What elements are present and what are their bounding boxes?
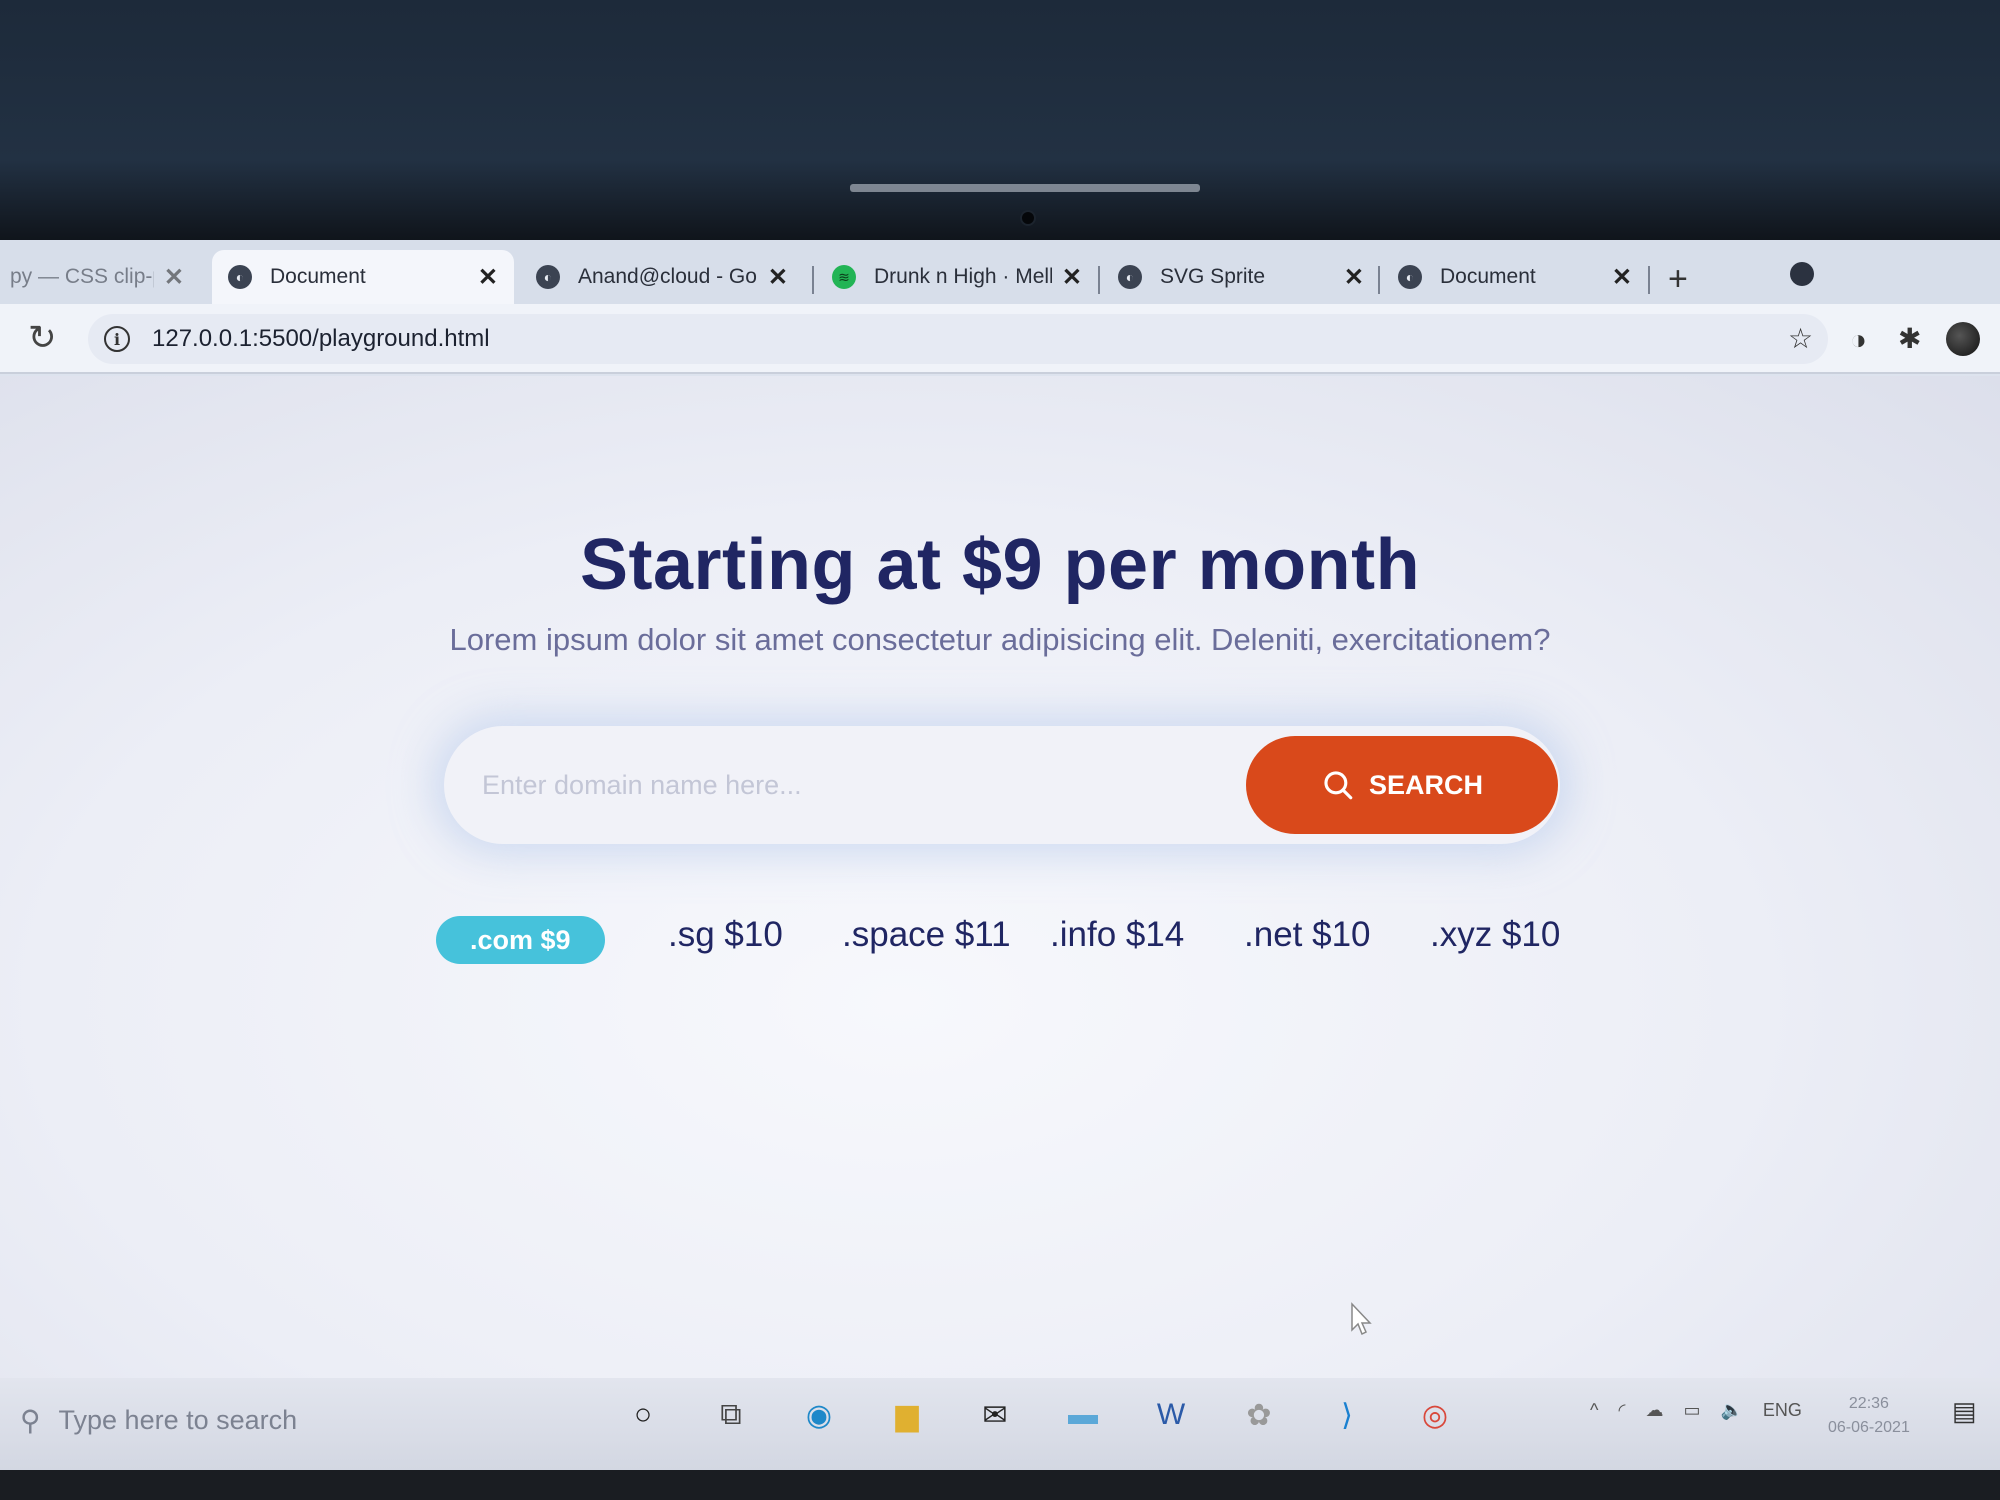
tld-info[interactable]: .info $14: [1050, 910, 1184, 960]
tab-label: Anand@cloud - Go: [578, 265, 757, 288]
clock-date: 06-06-2021: [1828, 1419, 1910, 1436]
task-view-icon[interactable]: ⧉: [708, 1392, 754, 1438]
tab-css-clip-path[interactable]: py — CSS clip-p ✕: [0, 250, 200, 304]
tab-label: Drunk n High · Mell: [874, 265, 1052, 288]
laptop-bezel: [0, 0, 2000, 245]
cloud-icon[interactable]: ☁: [1645, 1400, 1663, 1421]
tab-document[interactable]: ◐ Document ✕: [1382, 250, 1648, 304]
page-subheading: Lorem ipsum dolor sit amet consectetur a…: [449, 622, 1551, 657]
taskbar-search[interactable]: ⚲ Type here to search: [20, 1404, 297, 1437]
taskbar-apps: ○ ⧉ ◉ ▆ ✉ ▬ W ✿ ⟩ ◎: [620, 1392, 1458, 1438]
tab-separator: [1378, 266, 1380, 294]
bookmark-star-icon[interactable]: ☆: [1788, 322, 1813, 355]
tab-strip: py — CSS clip-p ✕ ◐ Document ✕ ◐ Anand@c…: [0, 240, 2000, 304]
browser-window: py — CSS clip-p ✕ ◐ Document ✕ ◐ Anand@c…: [0, 240, 2000, 1420]
mouse-cursor-icon: [1351, 1302, 1372, 1336]
globe-icon: ◐: [536, 265, 560, 289]
tab-document-active[interactable]: ◐ Document ✕: [212, 250, 514, 304]
reload-icon[interactable]: ↻: [28, 318, 57, 358]
profile-avatar[interactable]: [1946, 322, 1980, 356]
domain-search-bar: SEARCH: [444, 726, 1560, 844]
tld-xyz[interactable]: .xyz $10: [1430, 910, 1560, 960]
tab-label: Document: [270, 265, 366, 288]
language-indicator[interactable]: ENG: [1763, 1400, 1802, 1421]
tab-search-icon[interactable]: [1790, 262, 1814, 286]
close-icon[interactable]: ✕: [1062, 263, 1082, 292]
url-text: 127.0.0.1:5500/playground.html: [152, 325, 490, 352]
wifi-icon[interactable]: ◜: [1618, 1400, 1625, 1421]
new-tab-button[interactable]: +: [1668, 260, 1688, 299]
word-icon[interactable]: W: [1148, 1392, 1194, 1438]
webcam: [1020, 210, 1036, 226]
info-icon[interactable]: i: [104, 326, 130, 352]
taskbar-clock[interactable]: 22:36 06-06-2021: [1828, 1392, 1910, 1440]
search-button-label: SEARCH: [1368, 769, 1483, 800]
toolbar: ↻ i 127.0.0.1:5500/playground.html ☆ ◑ ✱: [0, 304, 2000, 374]
address-bar[interactable]: i 127.0.0.1:5500/playground.html: [88, 314, 1828, 364]
volume-icon[interactable]: 🔈: [1720, 1400, 1742, 1421]
tab-label: Document: [1440, 265, 1536, 288]
close-icon[interactable]: ✕: [478, 263, 498, 292]
tab-separator: [812, 266, 814, 294]
extensions-puzzle-icon[interactable]: ✱: [1898, 322, 1921, 355]
vscode-icon[interactable]: ⟩: [1324, 1392, 1370, 1438]
laptop-bottom-bezel: [0, 1470, 2000, 1500]
mail-icon[interactable]: ✉: [972, 1392, 1018, 1438]
tld-price-list: .com $9 .sg $10 .space $11 .info $14 .ne…: [436, 910, 1576, 970]
page-headline: Starting at $9 per month: [579, 525, 1421, 605]
search-button[interactable]: SEARCH: [1246, 736, 1558, 834]
chevron-up-icon[interactable]: ^: [1590, 1400, 1598, 1421]
battery-icon[interactable]: ▭: [1683, 1400, 1700, 1421]
close-icon[interactable]: ✕: [164, 263, 184, 292]
tab-label: SVG Sprite: [1160, 265, 1266, 288]
cortana-icon[interactable]: ○: [620, 1392, 666, 1438]
page-content: Starting at $9 per month Lorem ipsum dol…: [0, 376, 2000, 1420]
globe-icon: ◐: [1118, 265, 1142, 289]
pinwheel-icon[interactable]: ✿: [1236, 1392, 1282, 1438]
globe-icon: ◐: [228, 265, 252, 289]
tld-com[interactable]: .com $9: [436, 916, 605, 964]
extension-circle-icon[interactable]: ◑: [1850, 324, 1867, 356]
clock-time: 22:36: [1848, 1395, 1889, 1412]
close-icon[interactable]: ✕: [1612, 263, 1632, 292]
tab-separator: [1098, 266, 1100, 294]
tld-net[interactable]: .net $10: [1244, 910, 1371, 960]
globe-icon: ◐: [1398, 265, 1422, 289]
tld-space[interactable]: .space $11: [842, 910, 1011, 960]
edge-icon[interactable]: ◉: [796, 1392, 842, 1438]
tab-spotify[interactable]: ≋ Drunk n High · Mell ✕: [816, 250, 1098, 304]
taskbar-search-placeholder: Type here to search: [58, 1405, 298, 1435]
chrome-icon[interactable]: ◎: [1412, 1392, 1458, 1438]
tab-svg-sprite[interactable]: ◐ SVG Sprite ✕: [1102, 250, 1380, 304]
domain-search-input[interactable]: [444, 726, 1246, 844]
tld-sg[interactable]: .sg $10: [668, 910, 783, 960]
search-icon: [1324, 771, 1353, 800]
file-explorer-icon[interactable]: ▆: [884, 1392, 930, 1438]
tab-anand-cloud[interactable]: ◐ Anand@cloud - Go ✕: [520, 250, 804, 304]
search-icon: ⚲: [20, 1405, 41, 1436]
close-icon[interactable]: ✕: [768, 263, 788, 292]
folder-icon[interactable]: ▬: [1060, 1392, 1106, 1438]
tab-label: py — CSS clip-p: [10, 265, 154, 288]
tab-separator: [1648, 266, 1650, 294]
bezel-highlight: [850, 184, 1200, 192]
close-icon[interactable]: ✕: [1344, 263, 1364, 292]
windows-taskbar: ⚲ Type here to search ○ ⧉ ◉ ▆ ✉ ▬ W ✿ ⟩ …: [0, 1378, 2000, 1470]
system-tray: ^ ◜ ☁ ▭ 🔈 ENG: [1590, 1400, 1802, 1421]
spotify-icon: ≋: [832, 265, 856, 289]
notification-icon[interactable]: ▤: [1952, 1396, 1977, 1427]
